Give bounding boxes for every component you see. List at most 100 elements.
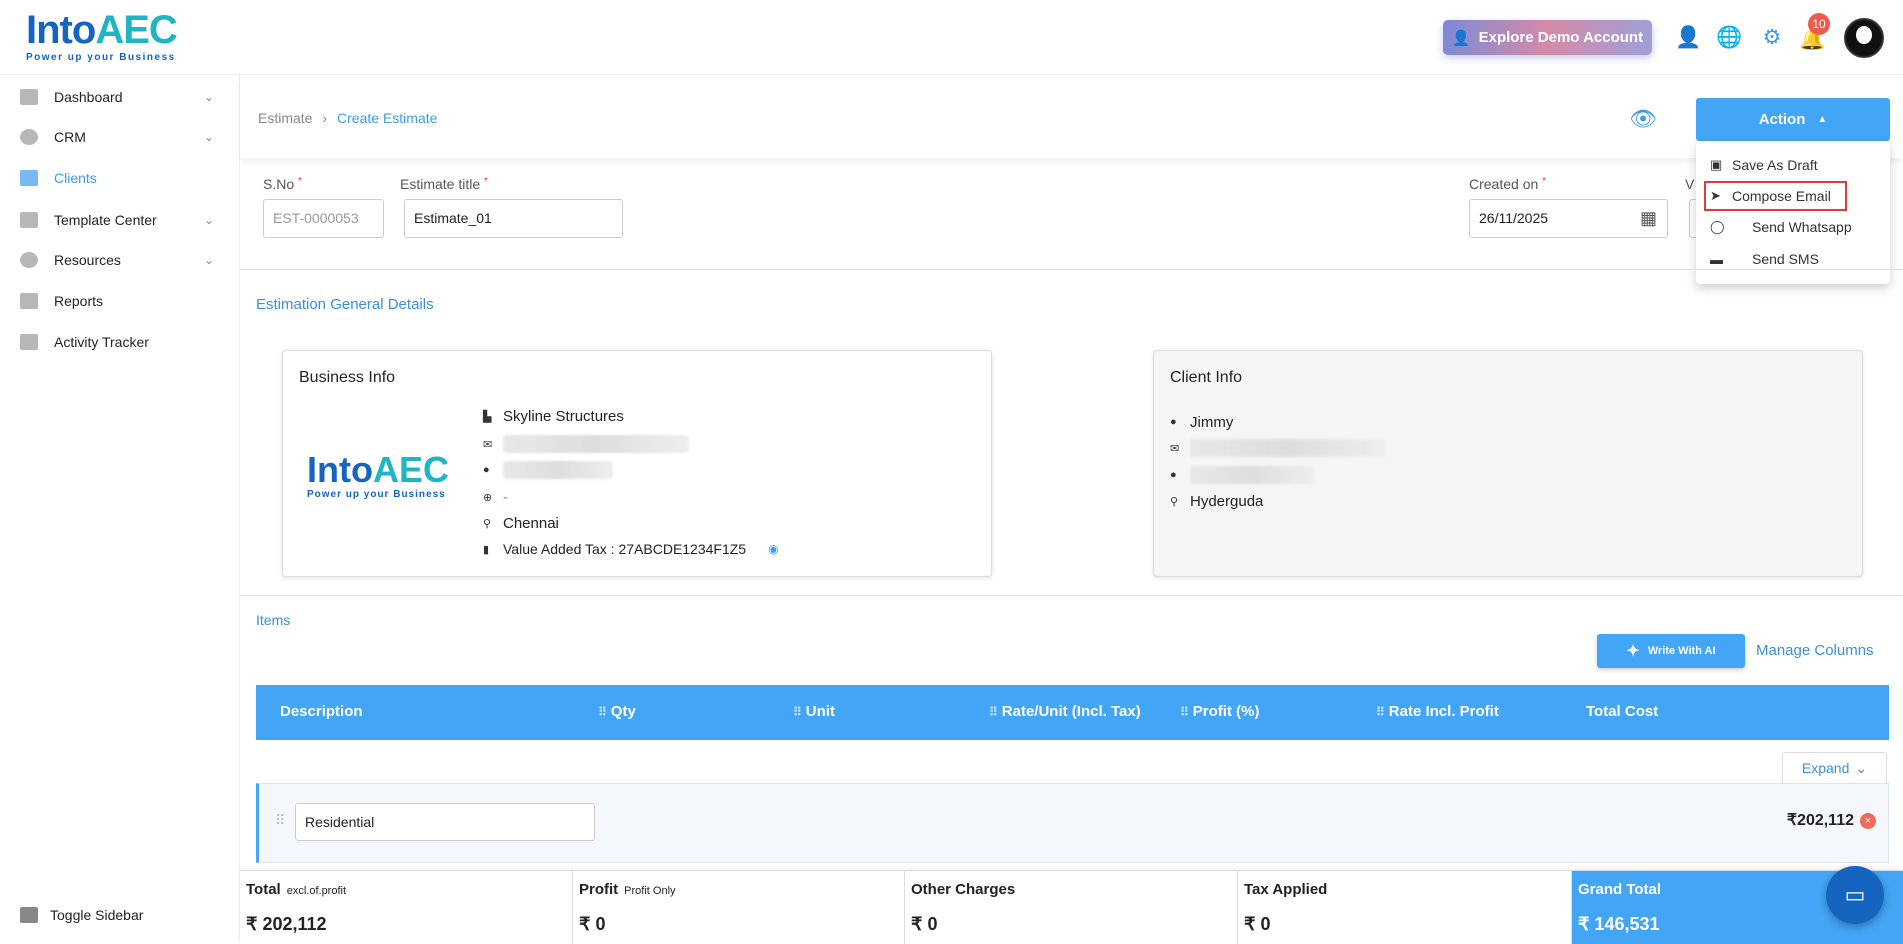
client-location: ⚲ Hyderguda (1170, 492, 1264, 510)
drag-handle-icon: ⠿ (1180, 704, 1189, 719)
column-unit[interactable]: ⠿ Unit (793, 703, 835, 720)
add-user-icon[interactable]: 👤 (1675, 26, 1701, 50)
drag-handle-icon: ⠿ (1376, 704, 1385, 719)
drag-handle-icon: ⠿ (598, 704, 607, 719)
items-table-header: Description ⠿ Qty ⠿ Unit ⠿ Rate/Unit (Incl.… (256, 685, 1889, 740)
sidebar-item-dashboard[interactable]: Dashboard ⌄ (20, 85, 220, 109)
item-group-row: ⠿ Residential ₹202,112 × (256, 783, 1889, 863)
phone-icon: ● (483, 464, 490, 476)
column-rate-unit[interactable]: ⠿ Rate/Unit (Incl. Tax) (989, 703, 1141, 720)
chevron-down-icon: ⌄ (203, 90, 214, 104)
breadcrumb: Estimate › Create Estimate (258, 110, 437, 126)
created-on-input[interactable]: 26/11/2025 ▦ (1469, 199, 1668, 238)
business-city: ⚲ Chennai (483, 514, 559, 532)
activity-icon (20, 334, 38, 350)
breadcrumb-estimate[interactable]: Estimate (258, 110, 312, 126)
chevron-down-icon: ⌄ (203, 213, 214, 227)
phone-icon: ● (1170, 469, 1177, 481)
chevron-right-icon: › (322, 110, 328, 126)
manage-columns-link[interactable]: Manage Columns (1756, 642, 1874, 659)
globe-icon[interactable]: 🌐 (1716, 26, 1742, 50)
preview-eye-icon[interactable]: 👁 (1629, 106, 1657, 132)
drag-handle-icon[interactable]: ⠿ (275, 812, 285, 829)
menu-send-whatsapp[interactable]: ◯ Send Whatsapp (1710, 214, 1852, 240)
valid-until-label: V (1685, 176, 1695, 192)
show-tax-eye-icon[interactable]: ◉ (768, 542, 778, 556)
draft-icon: ▣ (1710, 157, 1723, 172)
location-icon: ⚲ (1170, 495, 1179, 508)
chevron-down-icon: ⌄ (203, 253, 214, 267)
explore-demo-button[interactable]: 👤 Explore Demo Account (1443, 20, 1652, 55)
business-email: ✉ (483, 433, 689, 455)
reports-icon (20, 293, 38, 309)
divider (240, 595, 1903, 596)
estimate-title-input[interactable]: Estimate_01 (404, 199, 623, 238)
client-phone: ● (1170, 464, 1314, 486)
sidebar-toggle-icon (20, 907, 38, 923)
sidebar-item-resources[interactable]: Resources ⌄ (20, 248, 220, 272)
items-heading: Items (256, 612, 291, 628)
divider (240, 269, 1903, 270)
sno-label: S.No * (263, 176, 302, 192)
send-icon: ➤ (1710, 188, 1721, 203)
sparkle-icon: ✦ (1626, 643, 1640, 660)
clients-icon (20, 170, 38, 186)
total-summary: Total excl.of.profit ₹ 202,112 (240, 871, 573, 944)
column-rate-incl-profit[interactable]: ⠿ Rate Incl. Profit (1376, 703, 1499, 720)
client-name: ● Jimmy (1170, 413, 1234, 431)
template-icon (20, 212, 38, 228)
business-website: ⊕ - (483, 488, 508, 506)
building-icon: ▙ (483, 410, 492, 423)
general-details-heading: Estimation General Details (256, 296, 434, 313)
person-icon: ● (1170, 416, 1177, 428)
email-icon: ✉ (1170, 442, 1180, 455)
tax-summary: Tax Applied ₹ 0 (1238, 871, 1572, 944)
created-on-label: Created on * (1469, 176, 1547, 192)
remove-group-icon[interactable]: × (1860, 813, 1876, 829)
column-profit[interactable]: ⠿ Profit (%) (1180, 703, 1259, 720)
chevron-down-icon: ⌄ (203, 130, 214, 144)
business-phone: ● (483, 459, 613, 481)
user-icon: 👤 (1451, 29, 1471, 47)
breadcrumb-current: Create Estimate (337, 110, 438, 126)
business-name: ▙ Skyline Structures (483, 407, 624, 425)
avatar[interactable] (1844, 18, 1884, 58)
column-qty[interactable]: ⠿ Qty (598, 703, 636, 720)
business-tax: ▮ Value Added Tax : 27ABCDE1234F1Z5 ◉ (483, 541, 779, 557)
notification-badge: 10 (1808, 13, 1830, 35)
sidebar-item-reports[interactable]: Reports (20, 289, 220, 313)
client-info-title: Client Info (1170, 369, 1243, 386)
expand-button[interactable]: Expand ⌄ (1782, 752, 1887, 783)
sms-icon: ▬ (1710, 251, 1723, 267)
business-info-card: Business Info IntoAEC Power up your Busin… (282, 350, 992, 577)
logo[interactable]: IntoAEC Power up your Business (26, 8, 186, 64)
business-info-title: Business Info (299, 369, 396, 386)
group-name-input[interactable]: Residential (295, 803, 595, 841)
menu-save-draft[interactable]: ▣ Save As Draft (1710, 152, 1818, 178)
menu-compose-email[interactable]: ➤ Compose Email (1704, 181, 1847, 211)
sidebar-item-template-center[interactable]: Template Center ⌄ (20, 208, 220, 232)
column-description: Description (280, 703, 363, 720)
sidebar-item-crm[interactable]: CRM ⌄ (20, 125, 220, 149)
client-info-card: Client Info ● Jimmy ✉ ● ⚲ Hyderguda (1153, 350, 1863, 577)
toggle-sidebar-button[interactable]: Toggle Sidebar (20, 903, 220, 927)
sidebar-item-clients[interactable]: Clients (20, 166, 220, 190)
chat-button[interactable]: ▭ (1826, 866, 1884, 924)
drag-handle-icon: ⠿ (989, 704, 998, 719)
chevron-down-icon: ⌄ (1855, 759, 1868, 776)
action-button[interactable]: Action ▲ (1696, 98, 1890, 141)
group-total: ₹202,112 (1786, 812, 1854, 829)
calendar-icon[interactable]: ▦ (1640, 200, 1657, 237)
estimate-title-label: Estimate title * (400, 176, 488, 192)
client-email: ✉ (1170, 437, 1386, 459)
write-with-ai-button[interactable]: ✦ Write With AI (1597, 634, 1745, 668)
drag-handle-icon: ⠿ (793, 704, 802, 719)
sno-input[interactable]: EST-0000053 (263, 199, 384, 238)
sidebar (0, 75, 240, 943)
sidebar-item-activity-tracker[interactable]: Activity Tracker (20, 330, 220, 354)
caret-up-icon: ▲ (1817, 114, 1828, 125)
gear-icon[interactable]: ⚙ (1760, 26, 1784, 50)
crm-icon (20, 129, 38, 145)
totals-footer: Total excl.of.profit ₹ 202,112 Profit Profi… (240, 870, 1903, 944)
profit-summary: Profit Profit Only ₹ 0 (573, 871, 905, 944)
